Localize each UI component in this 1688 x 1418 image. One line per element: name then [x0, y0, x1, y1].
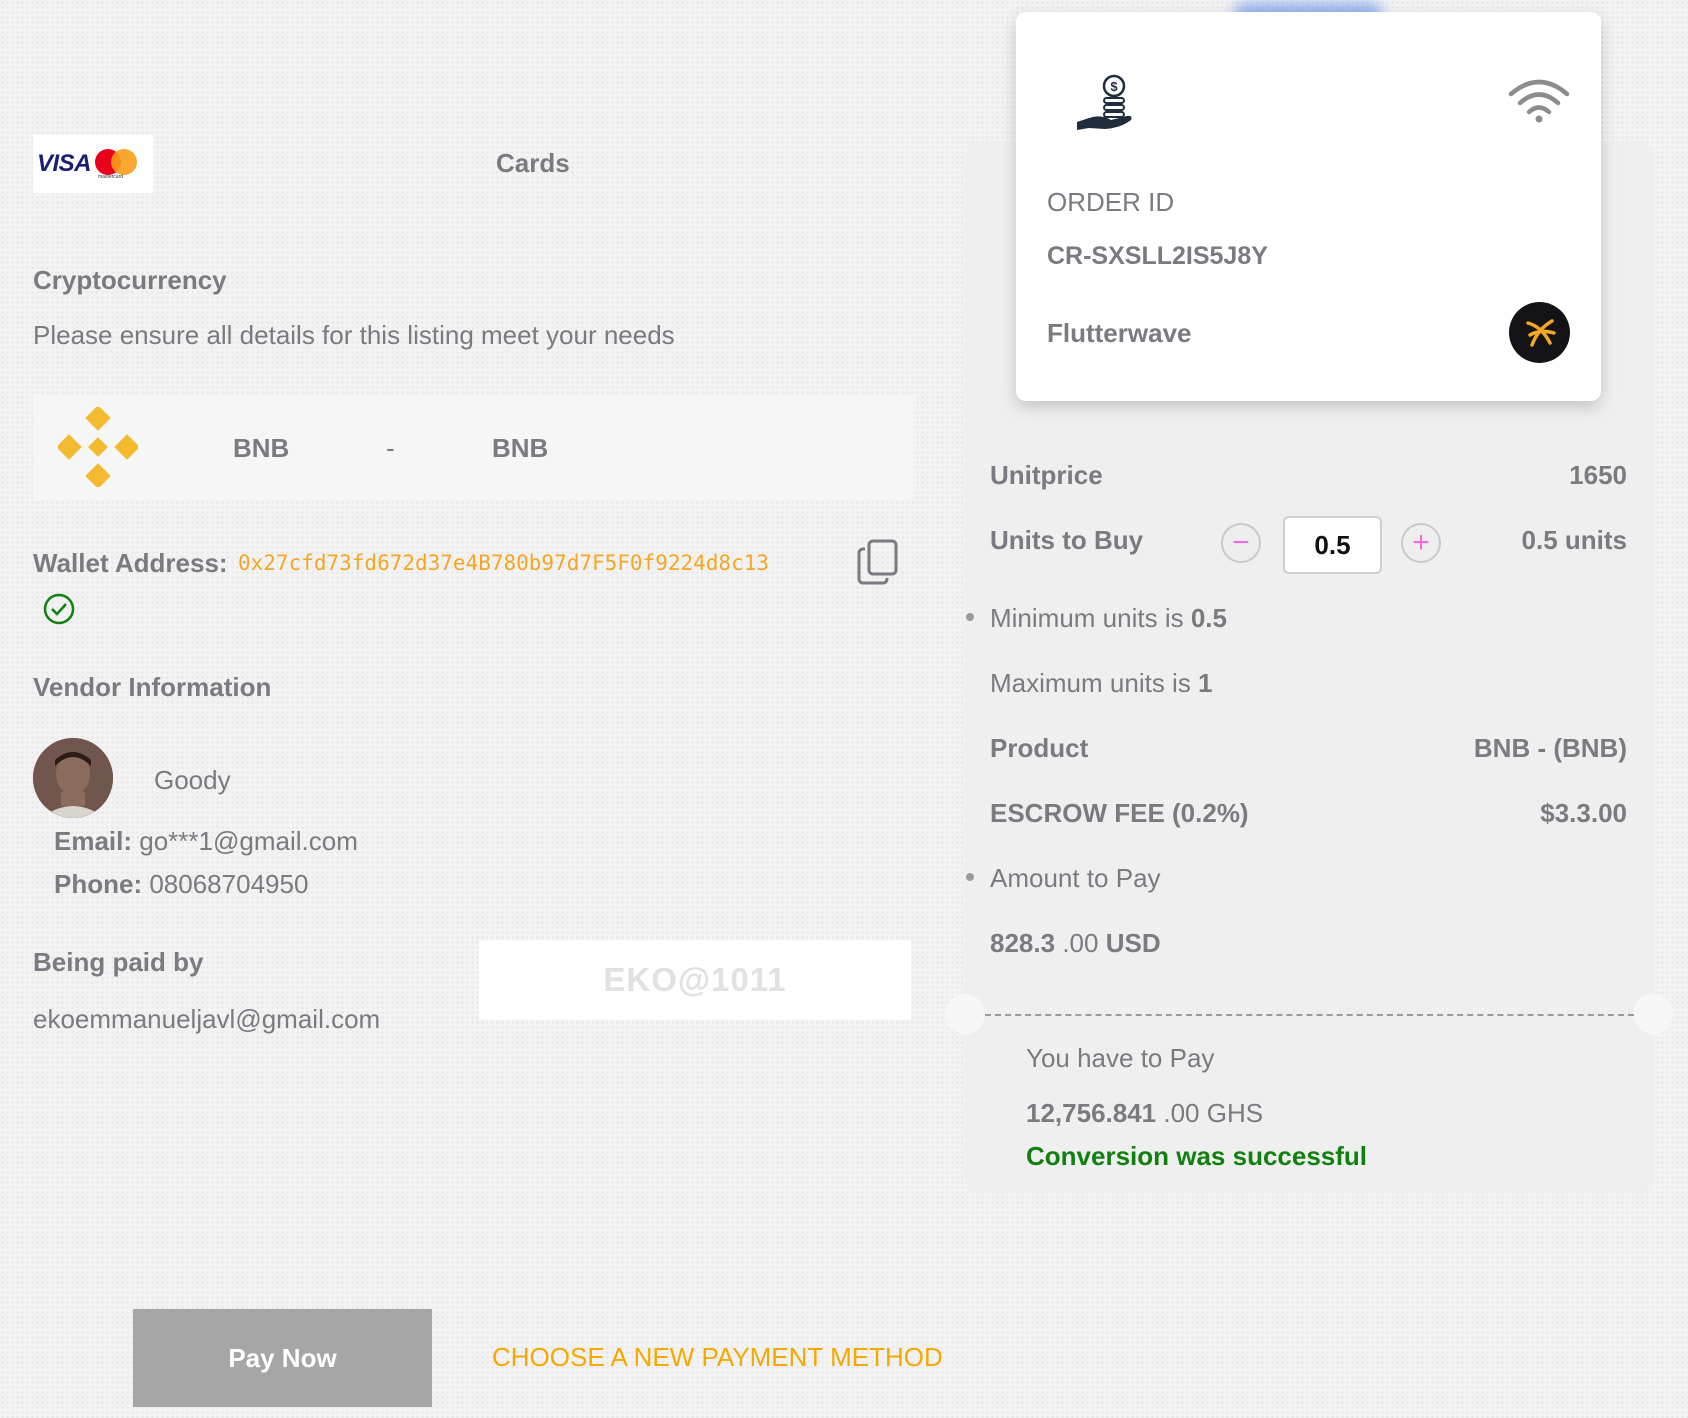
visa-logo: VISA — [37, 150, 92, 177]
card-logos: VISA mastercard — [33, 135, 153, 193]
units-to-buy-label: Units to Buy — [990, 525, 1144, 555]
paid-by-title: Being paid by — [33, 947, 204, 977]
you-have-to-pay-label: You have to Pay — [1026, 1043, 1215, 1073]
cards-label: Cards — [496, 148, 570, 178]
escrow-fee-label: ESCROW FEE (0.2%) — [990, 798, 1249, 828]
copy-icon[interactable] — [856, 538, 900, 591]
vendor-phone: Phone: 08068704950 — [54, 869, 309, 899]
asset-separator: - — [386, 433, 395, 463]
unitprice-label: Unitprice — [990, 460, 1103, 490]
unitprice-value: 1650 — [1569, 460, 1627, 490]
units-to-buy-value: 0.5 units — [1521, 525, 1627, 555]
max-units-text: Maximum units is 1 — [990, 668, 1213, 698]
vendor-email: Email: go***1@gmail.com — [54, 826, 358, 856]
order-id-value: CR-SXSLL2IS5J8Y — [1047, 242, 1268, 270]
product-label: Product — [990, 733, 1089, 763]
bullet-dot — [966, 873, 974, 881]
ticket-notch-right — [1633, 994, 1673, 1034]
dashed-divider — [985, 1014, 1634, 1016]
choose-payment-method-link[interactable]: CHOOSE A NEW PAYMENT METHOD — [492, 1342, 943, 1373]
vendor-name: Goody — [154, 765, 231, 795]
wifi-icon — [1508, 78, 1570, 129]
coins-hand-icon: $ — [1075, 74, 1139, 139]
amount-to-pay-label: Amount to Pay — [990, 863, 1161, 893]
vendor-title: Vendor Information — [33, 672, 272, 702]
product-value: BNB - (BNB) — [1473, 733, 1627, 763]
ticket-notch-left — [945, 994, 985, 1034]
final-amount: 12,756.841 .00 GHS — [1026, 1098, 1264, 1128]
mastercard-logo: mastercard — [95, 144, 141, 184]
asset-code: BNB — [492, 433, 549, 463]
amount-to-pay-value: 828.3 .00 USD — [990, 928, 1161, 958]
flutterwave-logo — [1509, 302, 1570, 363]
conversion-status: Conversion was successful — [1026, 1141, 1368, 1171]
increase-units-button[interactable]: + — [1401, 523, 1441, 563]
crypto-subtitle: Please ensure all details for this listi… — [33, 320, 675, 350]
min-units-text: Minimum units is 0.5 — [990, 603, 1227, 633]
svg-text:$: $ — [1110, 79, 1118, 94]
order-id-label: ORDER ID — [1047, 187, 1175, 217]
bnb-logo-icon — [56, 405, 140, 492]
units-quantity-input[interactable] — [1283, 516, 1382, 574]
bullet-dot — [966, 613, 974, 621]
wallet-address: 0x27cfd73fd672d37e4B780b97d7F5F0f9224d8c… — [238, 551, 770, 575]
payer-email: ekoemmanueljavl@gmail.com — [33, 1004, 381, 1034]
decrease-units-button[interactable]: − — [1221, 523, 1261, 563]
pay-now-button[interactable]: Pay Now — [133, 1309, 432, 1407]
provider-name: Flutterwave — [1047, 318, 1192, 348]
avatar — [33, 738, 113, 818]
payer-code-box: EKO@1011 — [479, 940, 911, 1020]
crypto-title: Cryptocurrency — [33, 265, 227, 295]
asset-row: BNB - BNB — [33, 395, 913, 500]
escrow-fee-value: $3.3.00 — [1540, 798, 1627, 828]
wallet-label: Wallet Address: — [33, 548, 228, 578]
check-circle-icon — [42, 592, 76, 631]
asset-name: BNB — [233, 433, 290, 463]
